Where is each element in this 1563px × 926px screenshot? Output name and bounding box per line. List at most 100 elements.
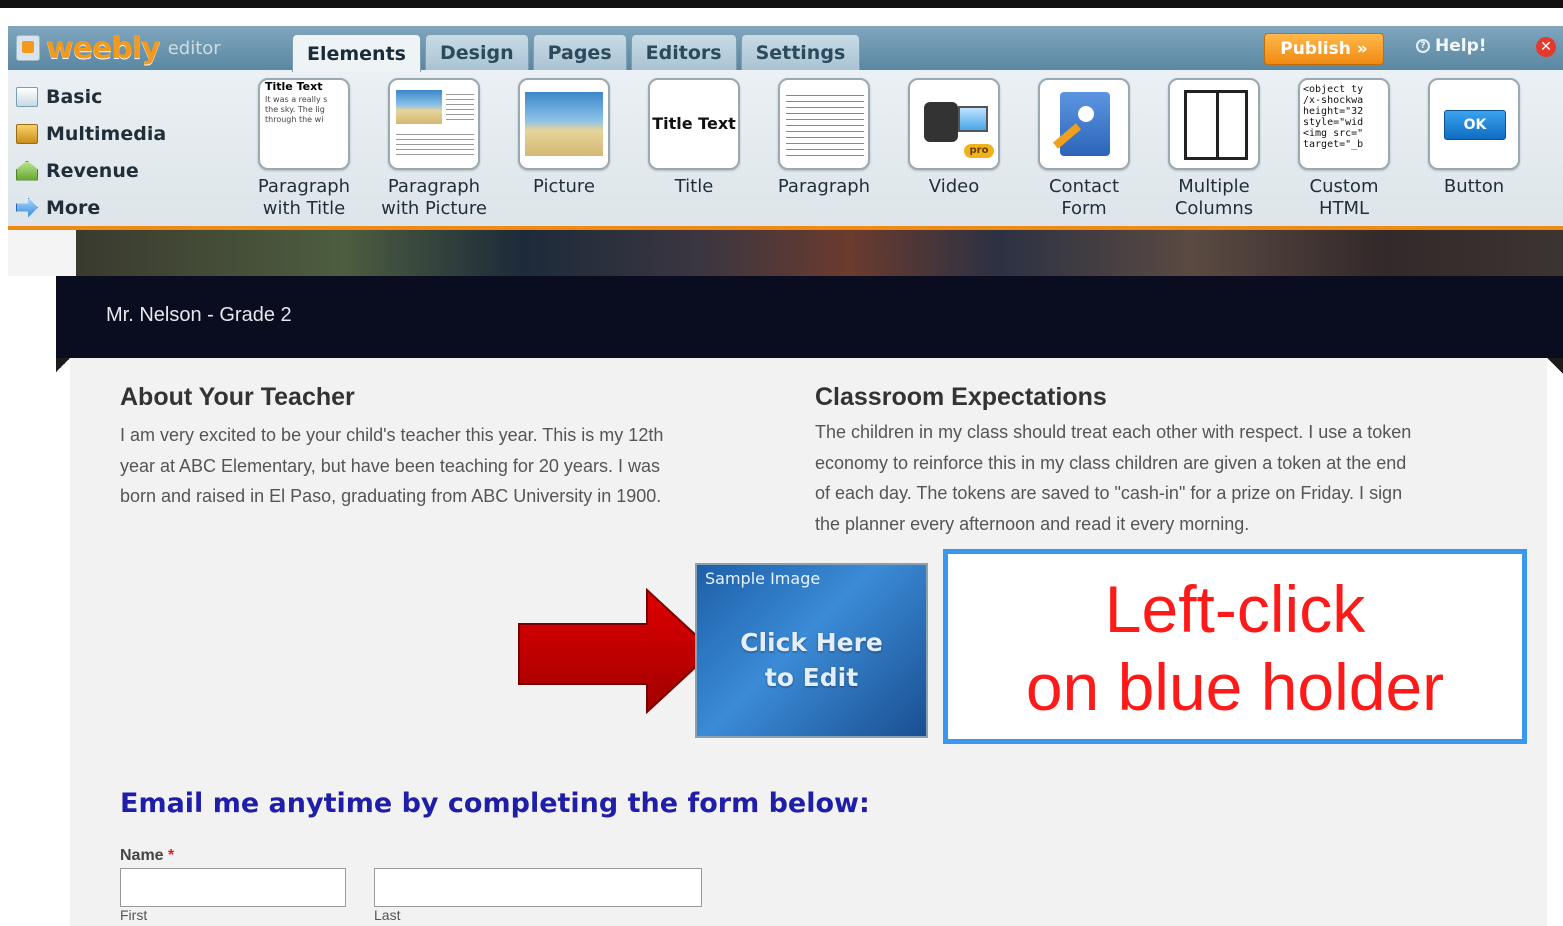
- expectations-heading[interactable]: Classroom Expectations: [815, 383, 1107, 412]
- name-label-text: Name: [120, 847, 164, 864]
- revenue-icon: [16, 160, 38, 181]
- text-lines-decoration: [446, 90, 474, 124]
- tab-settings[interactable]: Settings: [740, 34, 861, 70]
- editor-toolbar: weebly editor Elements Design Pages Edit…: [8, 26, 1563, 230]
- element-contact-form[interactable]: Contact Form: [1024, 78, 1144, 220]
- tab-editors[interactable]: Editors: [630, 34, 737, 70]
- element-category-sidebar: Basic Multimedia Revenue More: [16, 78, 236, 226]
- ribbon-corner-left: [56, 358, 70, 372]
- text-lines-decoration: [786, 90, 864, 156]
- element-paragraph[interactable]: Paragraph: [764, 78, 884, 198]
- custom-html-preview: <object ty /x-shockwa height="32 style="…: [1298, 78, 1390, 170]
- instruction-callout: Left-click on blue holder: [943, 549, 1527, 744]
- video-preview: pro: [908, 78, 1000, 170]
- arrow-right-icon: [16, 197, 38, 218]
- title-preview: Title Text: [648, 78, 740, 170]
- publish-button[interactable]: Publish »: [1264, 33, 1384, 65]
- ribbon-corner-right: [1547, 358, 1563, 374]
- element-picture[interactable]: Picture: [504, 78, 624, 198]
- sidebar-item-label: Multimedia: [46, 122, 167, 145]
- email-form-heading[interactable]: Email me anytime by completing the form …: [120, 788, 870, 819]
- about-heading[interactable]: About Your Teacher: [120, 383, 355, 412]
- element-label: Picture: [533, 176, 595, 197]
- sample-image-placeholder[interactable]: Sample Image Click Here to Edit: [695, 563, 928, 738]
- element-label: Multiple Columns: [1174, 176, 1254, 219]
- about-line: born and raised in El Paso, graduating f…: [120, 486, 662, 506]
- pro-badge: pro: [964, 144, 994, 158]
- element-button[interactable]: OK Button: [1414, 78, 1534, 198]
- element-title[interactable]: Title Text Title: [634, 78, 754, 198]
- help-icon: ?: [1416, 39, 1430, 53]
- element-label: Paragraph with Picture: [381, 176, 487, 219]
- expectations-line: The children in my class should treat ea…: [815, 422, 1412, 442]
- expectations-paragraph[interactable]: The children in my class should treat ea…: [815, 417, 1411, 539]
- required-marker: *: [168, 847, 175, 864]
- sidebar-item-basic[interactable]: Basic: [16, 78, 236, 115]
- address-book-icon: [1060, 92, 1110, 156]
- text-lines-decoration: [396, 130, 474, 156]
- close-icon[interactable]: ✕: [1536, 37, 1556, 57]
- paragraph-with-picture-preview: [388, 78, 480, 170]
- ok-button-preview: OK: [1444, 110, 1506, 140]
- weebly-logo: weebly editor: [16, 31, 221, 66]
- sidebar-item-multimedia[interactable]: Multimedia: [16, 115, 236, 152]
- about-paragraph[interactable]: I am very excited to be your child's tea…: [120, 420, 663, 512]
- picture-thumbnail: [396, 90, 442, 124]
- sample-image-label: Sample Image: [705, 569, 821, 588]
- element-paragraph-with-picture[interactable]: Paragraph with Picture: [374, 78, 494, 220]
- last-name-sublabel: Last: [374, 907, 401, 923]
- editor-tabs: Elements Design Pages Editors Settings: [292, 34, 861, 72]
- element-label: Custom HTML: [1309, 176, 1379, 219]
- tab-pages[interactable]: Pages: [532, 34, 627, 70]
- site-title[interactable]: Mr. Nelson - Grade 2: [106, 304, 292, 327]
- click-to-edit-text: Click Here to Edit: [697, 625, 926, 695]
- click-to-edit-line: Click Here: [740, 628, 883, 657]
- help-label: Help!: [1435, 36, 1487, 56]
- sidebar-item-label: More: [46, 196, 101, 219]
- element-palette: Title Text It was a really s the sky. The…: [244, 78, 1554, 228]
- red-arrow-icon: [518, 588, 715, 714]
- element-custom-html[interactable]: <object ty /x-shockwa height="32 style="…: [1284, 78, 1404, 220]
- element-video[interactable]: pro Video: [894, 78, 1014, 198]
- element-label: Button: [1443, 176, 1505, 197]
- preview-title: Title Text: [652, 114, 736, 133]
- help-link[interactable]: ? Help!: [1416, 36, 1487, 56]
- tab-elements[interactable]: Elements: [292, 34, 421, 72]
- expectations-line: of each day. The tokens are saved to "ca…: [815, 483, 1403, 503]
- video-screen-icon: [958, 106, 988, 132]
- logo-subtitle: editor: [167, 37, 221, 59]
- about-line: I am very excited to be your child's tea…: [120, 425, 664, 445]
- element-multiple-columns[interactable]: Multiple Columns: [1154, 78, 1274, 220]
- expectations-line: the planner every afternoon and read it …: [815, 513, 1250, 534]
- first-name-sublabel: First: [120, 907, 148, 923]
- element-paragraph-with-title[interactable]: Title Text It was a really s the sky. The…: [244, 78, 364, 220]
- callout-line: Left-click: [1104, 572, 1366, 646]
- button-preview: OK: [1428, 78, 1520, 170]
- weebly-logo-icon: [16, 35, 40, 61]
- element-label: Video: [928, 176, 980, 197]
- multiple-columns-preview: [1168, 78, 1260, 170]
- paragraph-with-title-preview: Title Text It was a really s the sky. The…: [258, 78, 350, 170]
- film-icon: [16, 123, 38, 144]
- screenshot-frame: weebly editor Elements Design Pages Edit…: [0, 0, 1563, 926]
- element-label: Contact Form: [1048, 176, 1120, 219]
- page-margin: [8, 230, 76, 276]
- html-code-snippet: <object ty /x-shockwa height="32 style="…: [1303, 84, 1364, 150]
- preview-text: It was a really s the sky. The lig throu…: [265, 95, 328, 124]
- header-banner-image: [76, 230, 1563, 276]
- about-line: year at ABC Elementary, but have been te…: [120, 455, 660, 476]
- picture-preview: [518, 78, 610, 170]
- page-icon: [16, 86, 38, 107]
- first-name-input[interactable]: [120, 868, 346, 907]
- sidebar-item-label: Basic: [46, 85, 103, 108]
- tab-design[interactable]: Design: [424, 34, 529, 70]
- last-name-input[interactable]: [374, 868, 702, 907]
- element-label: Paragraph: [777, 176, 871, 197]
- beach-photo-icon: [525, 92, 603, 156]
- callout-text: Left-click on blue holder: [948, 570, 1522, 726]
- camera-body-icon: [924, 102, 958, 142]
- sidebar-item-more[interactable]: More: [16, 189, 236, 226]
- sidebar-item-label: Revenue: [46, 159, 139, 182]
- click-to-edit-line: to Edit: [764, 663, 859, 692]
- sidebar-item-revenue[interactable]: Revenue: [16, 152, 236, 189]
